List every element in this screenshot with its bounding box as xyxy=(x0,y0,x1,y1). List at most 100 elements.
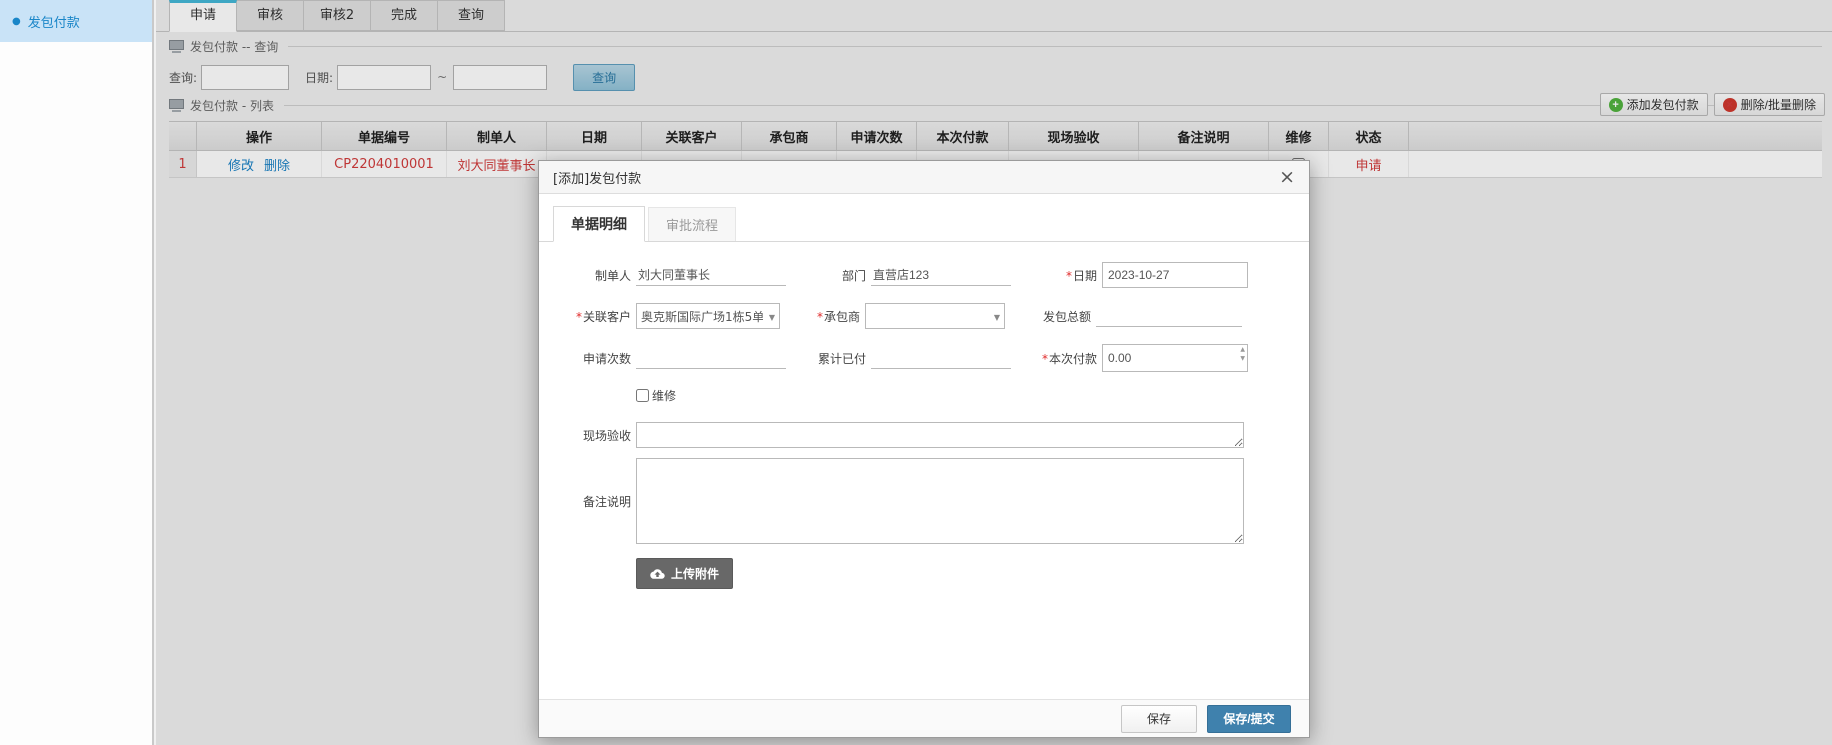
apply-count-label: 申请次数 xyxy=(557,350,631,367)
col-header-action: 操作 xyxy=(197,122,322,150)
col-header-acceptance: 现场验收 xyxy=(1009,122,1139,150)
paid-field[interactable] xyxy=(871,347,1011,369)
col-header-date: 日期 xyxy=(547,122,642,150)
col-header-remark: 备注说明 xyxy=(1139,122,1269,150)
dialog-tab-bar: 单据明细 审批流程 xyxy=(539,194,1309,242)
delete-batch-label: 删除/批量删除 xyxy=(1741,96,1816,113)
creator-field[interactable] xyxy=(636,264,786,286)
col-header-contractor: 承包商 xyxy=(742,122,837,150)
tab-complete[interactable]: 完成 xyxy=(370,0,438,31)
sidebar: ● 发包付款 xyxy=(0,0,154,745)
customer-select-value: 奥克斯国际广场1栋5单 xyxy=(641,308,763,325)
search-button[interactable]: 查询 xyxy=(573,64,635,91)
remark-label: 备注说明 xyxy=(557,493,631,510)
dialog-form: 制单人 部门 *日期 *关联客户 奥克斯国际广场1栋5单 ▼ *承包商 ▼ 发包… xyxy=(539,242,1309,589)
chevron-down-icon: ▼ xyxy=(994,313,1000,322)
tabbar-divider xyxy=(156,31,1832,32)
col-header-status: 状态 xyxy=(1329,122,1409,150)
dialog-footer: 保存 保存/提交 xyxy=(539,699,1309,737)
date-field-label: *日期 xyxy=(1011,267,1097,284)
contractor-select[interactable]: ▼ xyxy=(865,303,1005,329)
col-header-doc-no: 单据编号 xyxy=(322,122,447,150)
repair-checkbox[interactable] xyxy=(636,389,649,402)
required-mark: * xyxy=(1066,269,1072,283)
query-form: 查询: 日期: ~ 查询 xyxy=(169,63,1832,91)
payment-spinner: ▲ ▼ xyxy=(1102,344,1248,372)
repair-checkbox-label: 维修 xyxy=(652,387,676,404)
add-payment-button[interactable]: + 添加发包付款 xyxy=(1600,93,1708,116)
section-divider-line xyxy=(284,105,1822,106)
tab-review2[interactable]: 审核2 xyxy=(303,0,371,31)
tab-approval-flow[interactable]: 审批流程 xyxy=(648,207,736,241)
form-row-3: 申请次数 累计已付 *本次付款 ▲ ▼ xyxy=(557,344,1309,372)
plus-circle-icon: + xyxy=(1609,98,1623,112)
contractor-label: *承包商 xyxy=(780,308,860,325)
cell-action: 修改 删除 xyxy=(197,151,322,177)
keyword-input[interactable] xyxy=(201,65,289,90)
acceptance-label: 现场验收 xyxy=(557,427,631,444)
query-section-header: 发包付款 -- 查询 xyxy=(169,38,1822,55)
department-field[interactable] xyxy=(871,264,1011,286)
list-toolbar: + 添加发包付款 × 删除/批量删除 xyxy=(1600,93,1825,116)
col-header-creator: 制单人 xyxy=(447,122,547,150)
list-section-title: 发包付款 - 列表 xyxy=(190,97,274,114)
payment-label: *本次付款 xyxy=(1011,350,1097,367)
upload-attachment-button[interactable]: 上传附件 xyxy=(636,558,733,589)
col-header-apply-count: 申请次数 xyxy=(837,122,917,150)
customer-label: *关联客户 xyxy=(557,308,631,325)
cell-status: 申请 xyxy=(1329,151,1409,177)
add-payment-label: 添加发包付款 xyxy=(1627,96,1699,113)
date-field[interactable] xyxy=(1102,262,1248,288)
col-header-repair: 维修 xyxy=(1269,122,1329,150)
cell-doc-no: CP2204010001 xyxy=(322,151,447,177)
paid-label: 累计已付 xyxy=(786,350,866,367)
repair-checkbox-row: 维修 xyxy=(636,387,1309,404)
cloud-upload-icon xyxy=(650,568,665,580)
customer-select[interactable]: 奥克斯国际广场1栋5单 ▼ xyxy=(636,303,780,329)
dialog-title-bar: [添加]发包付款 × xyxy=(539,161,1309,194)
required-mark: * xyxy=(817,310,823,324)
cross-circle-icon: × xyxy=(1723,98,1737,112)
col-header-index xyxy=(169,122,197,150)
upload-attachment-label: 上传附件 xyxy=(671,565,719,582)
spinner-up-icon[interactable]: ▲ xyxy=(1240,347,1245,353)
monitor-icon xyxy=(169,40,184,54)
acceptance-row: 现场验收 xyxy=(557,422,1309,448)
remark-textarea[interactable] xyxy=(636,458,1244,544)
payment-field[interactable] xyxy=(1103,351,1221,365)
tab-bar: 申请 审核 审核2 完成 查询 xyxy=(156,0,1832,32)
tab-apply[interactable]: 申请 xyxy=(169,0,237,32)
sidebar-item-contract-payment[interactable]: ● 发包付款 xyxy=(0,0,152,42)
total-field[interactable] xyxy=(1096,305,1242,327)
edit-link[interactable]: 修改 xyxy=(228,155,254,174)
tab-review[interactable]: 审核 xyxy=(236,0,304,31)
save-submit-button[interactable]: 保存/提交 xyxy=(1207,705,1291,733)
date-range-separator: ~ xyxy=(437,70,447,84)
section-divider-line xyxy=(288,46,1822,47)
apply-count-field[interactable] xyxy=(636,347,786,369)
save-button[interactable]: 保存 xyxy=(1121,705,1197,733)
date-to-input[interactable] xyxy=(453,65,547,90)
date-from-input[interactable] xyxy=(337,65,431,90)
monitor-icon xyxy=(169,99,184,113)
tab-doc-detail[interactable]: 单据明细 xyxy=(553,206,645,242)
tab-search[interactable]: 查询 xyxy=(437,0,505,31)
cell-creator: 刘大同董事长 xyxy=(447,151,547,177)
spinner-down-icon[interactable]: ▼ xyxy=(1240,356,1245,362)
table-header-row: 操作 单据编号 制单人 日期 关联客户 承包商 申请次数 本次付款 现场验收 备… xyxy=(169,121,1822,151)
remark-row: 备注说明 xyxy=(557,458,1309,544)
bullet-icon: ● xyxy=(12,16,21,27)
delete-link[interactable]: 删除 xyxy=(264,155,290,174)
total-label: 发包总额 xyxy=(1005,308,1091,325)
add-payment-dialog: [添加]发包付款 × 单据明细 审批流程 制单人 部门 *日期 *关联客户 奥克… xyxy=(538,160,1310,738)
required-mark: * xyxy=(1042,352,1048,366)
acceptance-textarea[interactable] xyxy=(636,422,1244,448)
form-row-1: 制单人 部门 *日期 xyxy=(557,262,1309,288)
chevron-down-icon: ▼ xyxy=(769,313,775,322)
dialog-title: [添加]发包付款 xyxy=(553,168,1279,187)
col-header-customer: 关联客户 xyxy=(642,122,742,150)
department-label: 部门 xyxy=(786,267,866,284)
col-header-filler xyxy=(1409,122,1822,150)
close-icon[interactable]: × xyxy=(1279,168,1295,187)
delete-batch-button[interactable]: × 删除/批量删除 xyxy=(1714,93,1825,116)
